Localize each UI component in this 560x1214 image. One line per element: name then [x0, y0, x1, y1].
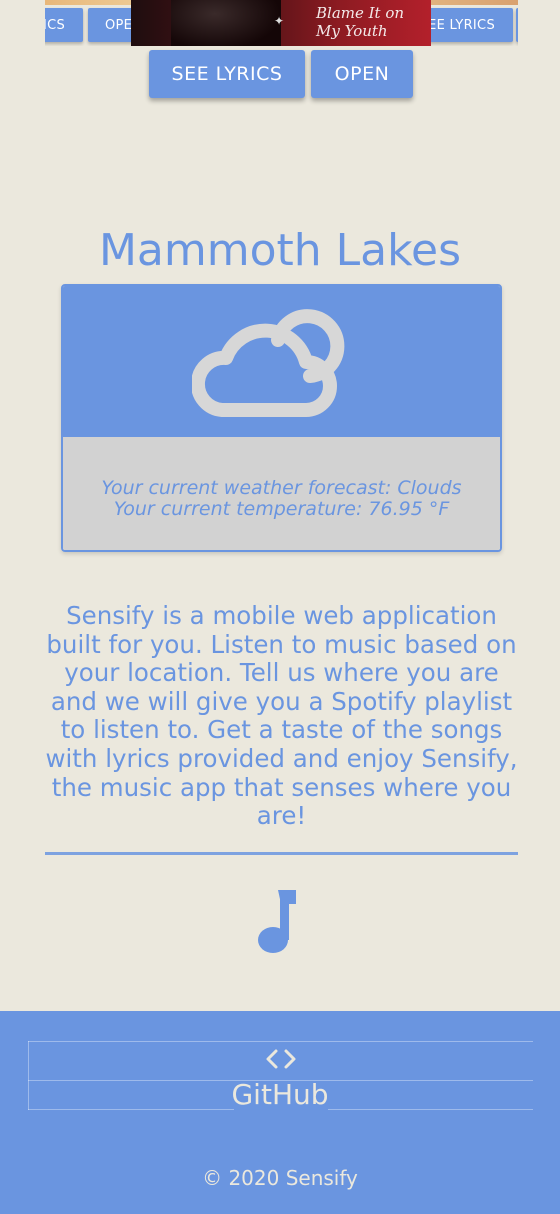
city-heading: Mammoth Lakes	[98, 225, 462, 276]
see-lyrics-button[interactable]: SEE LYRICS	[149, 50, 305, 98]
divider	[45, 852, 518, 855]
copyright-text: © 2020 Sensify	[202, 1166, 358, 1190]
open-button[interactable]: OPEN	[311, 50, 413, 98]
album-cover[interactable]: ✦ Blame It on My Youth	[131, 0, 431, 46]
album-cover-title: Blame It on My Youth	[316, 4, 405, 40]
forecast-panel: Your current weather forecast: Clouds Yo…	[63, 437, 500, 550]
album-decoration-icon: ✦	[274, 14, 285, 28]
see-lyrics-button-prev[interactable]: ICS	[45, 8, 83, 42]
weather-card: Your current weather forecast: Clouds Yo…	[61, 284, 502, 552]
temperature-text: Your current temperature: 76.95 °F	[113, 497, 450, 520]
open-button-next[interactable]	[516, 8, 518, 42]
code-icon	[266, 1049, 296, 1069]
github-link[interactable]: GitHub	[0, 1078, 560, 1111]
about-text: Sensify is a mobile web application buil…	[45, 601, 518, 831]
music-note-icon	[258, 890, 296, 953]
cloud-icon	[192, 309, 345, 417]
weather-icon-panel	[63, 286, 500, 437]
forecast-text: Your current weather forecast: Clouds	[101, 476, 462, 499]
